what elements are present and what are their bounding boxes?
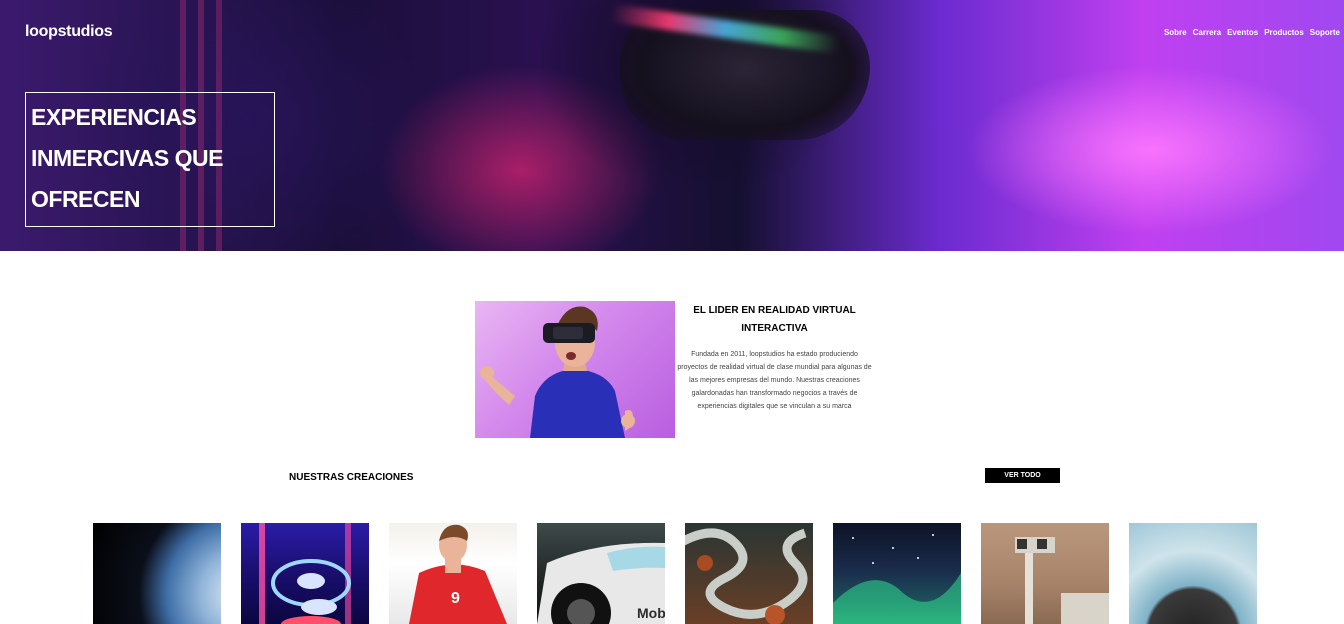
hero-banner: loopstudios Sobre Carrera Eventos Produc… xyxy=(0,0,1344,251)
top-navigation: loopstudios Sobre Carrera Eventos Produc… xyxy=(0,0,1344,64)
intro-body: Fundada en 2011, loopstudios ha estado p… xyxy=(677,351,872,410)
creation-football-tile[interactable]: 9 xyxy=(389,523,517,624)
hero-title-box: EXPERIENCIAS INMERCIVAS QUE OFRECEN xyxy=(25,92,275,227)
svg-text:9: 9 xyxy=(451,590,460,607)
arcade-illustration xyxy=(259,523,351,624)
nav-link-soporte[interactable]: Soporte xyxy=(1310,28,1340,37)
nav-link-carrera[interactable]: Carrera xyxy=(1193,28,1221,37)
intro-heading: EL LIDER EN REALIDAD VIRTUAL INTERACTIVA xyxy=(693,305,856,334)
winding-road-illustration xyxy=(685,528,808,624)
nav-link-eventos[interactable]: Eventos xyxy=(1227,28,1258,37)
creation-tiny-planet-tile[interactable] xyxy=(1129,523,1257,624)
hero-title: EXPERIENCIAS INMERCIVAS QUE OFRECEN xyxy=(31,104,223,212)
football-player-illustration: 9 xyxy=(409,524,507,624)
creations-gallery: 9 Mob xyxy=(93,523,1257,624)
vr-man-illustration xyxy=(480,306,635,438)
logo[interactable]: loopstudios xyxy=(25,23,113,41)
creation-arcade-tile[interactable] xyxy=(241,523,369,624)
nav-link-sobre[interactable]: Sobre xyxy=(1164,28,1187,37)
main-menu: Sobre Carrera Eventos Productos Soporte xyxy=(1164,28,1340,37)
creation-rover-tile[interactable] xyxy=(981,523,1109,624)
nav-link-productos[interactable]: Productos xyxy=(1264,28,1304,37)
vr-man-photo xyxy=(475,301,675,438)
aurora-illustration xyxy=(833,534,961,624)
creation-aurora-tile[interactable] xyxy=(833,523,961,624)
creation-car-tile[interactable]: Mob xyxy=(537,523,665,624)
intro-section: EL LIDER EN REALIDAD VIRTUAL INTERACTIVA… xyxy=(677,302,872,413)
svg-text:Mob: Mob xyxy=(637,605,665,621)
see-all-button[interactable]: VER TODO xyxy=(985,468,1060,483)
creation-earth-tile[interactable] xyxy=(93,523,221,624)
creations-title: NUESTRAS CREACIONES xyxy=(289,472,414,483)
rover-illustration xyxy=(1015,537,1109,624)
creation-road-tile[interactable] xyxy=(685,523,813,624)
car-illustration: Mob xyxy=(537,542,665,624)
